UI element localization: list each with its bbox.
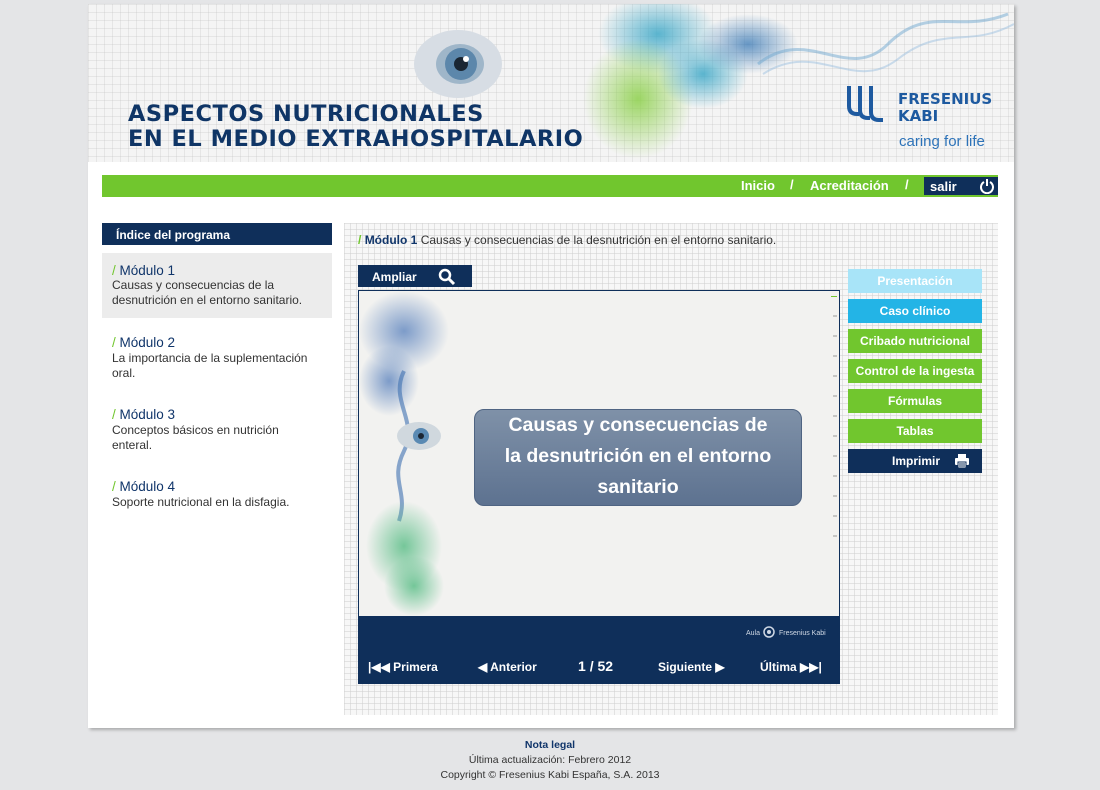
first-icon: |◀◀ — [368, 660, 394, 674]
banner-title-line1: ASPECTOS NUTRICIONALES — [128, 101, 484, 127]
salir-button[interactable]: salir — [924, 177, 998, 195]
logo-name: FRESENIUS KABI — [898, 91, 992, 125]
sidebar-item-module-4[interactable]: / Módulo 4 Soporte nutricional en la dis… — [102, 469, 332, 514]
module-title: / Módulo 1 — [112, 263, 176, 278]
content-area: / Módulo 1 Causas y consecuencias de la … — [344, 223, 998, 715]
nav-separator: / — [905, 177, 909, 192]
module-description: La importancia de la suplementación oral… — [112, 351, 308, 380]
first-label: Primera — [393, 660, 438, 674]
slide-counter-separator: / — [589, 658, 594, 674]
imprimir-button[interactable]: Imprimir — [848, 449, 982, 473]
tablas-button[interactable]: Tablas — [848, 419, 982, 443]
sidebar-item-module-3[interactable]: / Módulo 3 Conceptos básicos en nutrició… — [102, 397, 332, 457]
previous-label: Anterior — [490, 660, 537, 674]
first-slide-button[interactable]: |◀◀ Primera — [368, 660, 438, 674]
salir-label: salir — [930, 179, 957, 194]
module-title-text: Módulo 2 — [119, 335, 176, 350]
last-updated: Última actualización: Febrero 2012 — [468, 754, 632, 766]
slide-title-line3: sanitario — [597, 476, 679, 498]
next-slide-button[interactable]: Siguiente ▶ — [658, 660, 725, 674]
slide-title-line1: Causas y consecuencias de — [508, 414, 768, 436]
module-title: / Módulo 4 — [112, 479, 176, 494]
breadcrumb-slash: / — [358, 233, 362, 247]
module-title-text: Módulo 4 — [119, 479, 176, 494]
module-title-text: Módulo 1 — [119, 263, 176, 278]
current-slide: 1 — [578, 658, 586, 674]
last-label: Última — [760, 660, 797, 674]
previous-slide-button[interactable]: ◀ Anterior — [478, 660, 537, 674]
program-index-heading: Índice del programa — [102, 223, 332, 245]
caso-clinico-button[interactable]: Caso clínico — [848, 299, 982, 323]
last-icon: ▶▶| — [796, 660, 822, 674]
cribado-nutricional-button[interactable]: Cribado nutricional — [848, 329, 982, 353]
next-label: Siguiente — [658, 660, 713, 674]
slide-brand-name: Fresenius Kabi — [779, 630, 826, 637]
presentacion-button[interactable]: Presentación — [848, 269, 982, 293]
search-icon — [438, 268, 456, 286]
control-ingesta-button[interactable]: Control de la ingesta — [848, 359, 982, 383]
print-icon — [955, 454, 969, 469]
previous-icon: ◀ — [478, 660, 491, 674]
nav-inicio-link[interactable]: Inicio — [741, 178, 775, 193]
module-title-text: Módulo 3 — [119, 407, 176, 422]
module-title: / Módulo 2 — [112, 335, 176, 350]
module-description: Soporte nutricional en la disfagia. — [112, 495, 290, 509]
eye-decoration — [414, 30, 502, 98]
power-icon — [980, 179, 994, 194]
module-description: Conceptos básicos en nutrición enteral. — [112, 423, 279, 452]
nav-separator: / — [790, 177, 794, 192]
slide-counter: 1 / 52 — [578, 658, 613, 674]
total-slides: 52 — [597, 658, 614, 674]
sidebar-item-module-1[interactable]: / Módulo 1 Causas y consecuencias de la … — [102, 253, 332, 318]
imprimir-label: Imprimir — [892, 454, 941, 468]
footer: Nota legal Última actualización: Febrero… — [0, 738, 1100, 783]
slide-title-box: Causas y consecuencias de la desnutrició… — [474, 409, 802, 506]
ampliar-button[interactable]: Ampliar — [358, 265, 472, 287]
nav-acreditacion-link[interactable]: Acreditación — [810, 178, 889, 193]
formulas-button[interactable]: Fórmulas — [848, 389, 982, 413]
breadcrumb-module: Módulo 1 — [364, 233, 418, 247]
module-title: / Módulo 3 — [112, 407, 176, 422]
slide-brand-aula: Aula — [746, 630, 761, 637]
slide-smoke-decoration — [359, 291, 449, 616]
breadcrumb: / Módulo 1 Causas y consecuencias de la … — [358, 233, 776, 247]
fresenius-logo: FRESENIUS KABI caring for life — [846, 84, 1006, 154]
slide-canvas: Causas y consecuencias de la desnutrició… — [359, 291, 839, 616]
aula-logo-icon — [763, 626, 775, 638]
banner-title-line2: EN EL MEDIO EXTRAHOSPITALARIO — [128, 126, 584, 152]
ampliar-label: Ampliar — [372, 270, 417, 284]
slide-pager: |◀◀ Primera ◀ Anterior 1 / 52 Siguiente … — [358, 654, 840, 682]
last-slide-button[interactable]: Última ▶▶| — [760, 660, 822, 674]
nota-legal-link[interactable]: Nota legal — [0, 738, 1100, 753]
logo-name-line2: KABI — [898, 107, 939, 125]
program-index-heading-label: Índice del programa — [116, 228, 231, 242]
module-description: Causas y consecuencias de la desnutrició… — [112, 278, 303, 307]
slide-title-line2: la desnutrición en el entorno — [504, 445, 772, 467]
next-icon: ▶ — [712, 660, 725, 674]
breadcrumb-text: Causas y consecuencias de la desnutrició… — [420, 233, 777, 247]
header-banner: ASPECTOS NUTRICIONALES EN EL MEDIO EXTRA… — [88, 4, 1014, 162]
sidebar-item-module-2[interactable]: / Módulo 2 La importancia de la suplemen… — [102, 325, 332, 385]
banner-title: ASPECTOS NUTRICIONALES EN EL MEDIO EXTRA… — [128, 102, 583, 152]
logo-name-line1: FRESENIUS — [898, 90, 993, 108]
fresenius-logo-mark — [847, 86, 883, 122]
page-container: ASPECTOS NUTRICIONALES EN EL MEDIO EXTRA… — [88, 4, 1014, 728]
slide-ruler-ticks — [831, 296, 837, 537]
top-nav-bar: Inicio / Acreditación / salir — [102, 175, 998, 197]
copyright: Copyright © Fresenius Kabi España, S.A. … — [440, 769, 660, 781]
slide-viewer: Causas y consecuencias de la desnutrició… — [358, 290, 840, 684]
logo-tagline: caring for life — [899, 133, 985, 150]
